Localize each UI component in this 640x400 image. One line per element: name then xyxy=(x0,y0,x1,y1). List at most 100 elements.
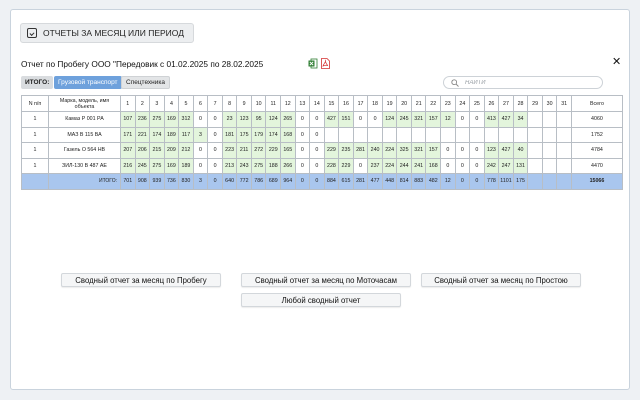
day-value: 229 xyxy=(265,142,282,159)
day-value xyxy=(381,126,398,143)
day-value: 221 xyxy=(134,126,151,143)
idle-report-button[interactable]: Сводный отчет за месяц по Простою xyxy=(421,273,581,287)
day-value: 175 xyxy=(236,126,252,143)
day-value: 0 xyxy=(207,142,223,159)
search-input[interactable] xyxy=(465,79,595,86)
day-value: 0 xyxy=(207,157,223,174)
search-icon xyxy=(451,78,459,87)
day-value xyxy=(556,157,572,174)
day-value: 275 xyxy=(250,157,267,174)
column-header-day: 9 xyxy=(236,95,252,112)
any-report-button[interactable]: Любой сводный отчет xyxy=(241,293,401,307)
day-total: 884 xyxy=(323,173,340,190)
column-header-day: 4 xyxy=(163,95,180,112)
day-total: 0 xyxy=(469,173,485,190)
day-value xyxy=(367,126,383,143)
day-value: 181 xyxy=(221,126,238,143)
period-reports-label: ОТЧЕТЫ ЗА МЕСЯЦ ИЛИ ПЕРИОД xyxy=(43,28,184,38)
day-total: 640 xyxy=(221,173,238,190)
column-header-day: 17 xyxy=(352,95,369,112)
day-value: 0 xyxy=(352,111,369,128)
day-total: 615 xyxy=(338,173,354,190)
day-total: 814 xyxy=(396,173,412,190)
excel-export-icon[interactable] xyxy=(308,58,318,69)
day-total: 1101 xyxy=(498,173,514,190)
day-value: 312 xyxy=(178,111,194,128)
day-value: 212 xyxy=(178,142,194,159)
filter-special-equipment[interactable]: Спецтехника xyxy=(121,76,170,89)
row-number: 1 xyxy=(21,157,49,174)
day-total: 908 xyxy=(134,173,151,190)
day-value: 12 xyxy=(440,111,456,128)
day-value: 237 xyxy=(367,157,383,174)
day-value: 0 xyxy=(352,157,369,174)
table-row[interactable]: 1 Камаз Р 001 РА 107 236 275 169 312 0 0 23 123 95 1… xyxy=(21,111,623,128)
day-total: 3 xyxy=(192,173,209,190)
day-total: 477 xyxy=(367,173,383,190)
total-row-blank xyxy=(21,173,49,190)
column-header-day: 1 xyxy=(120,95,136,112)
column-header-day: 27 xyxy=(498,95,514,112)
day-total: 0 xyxy=(309,173,325,190)
day-value: 229 xyxy=(323,142,340,159)
day-value: 107 xyxy=(120,111,136,128)
day-value: 241 xyxy=(410,157,427,174)
day-value: 0 xyxy=(294,126,311,143)
table-row[interactable]: 1 Газель О 564 НВ 207 206 215 209 212 0 0 223 211 2… xyxy=(21,142,623,159)
day-total: 0 xyxy=(207,173,223,190)
day-value: 95 xyxy=(250,111,267,128)
day-value: 229 xyxy=(338,157,354,174)
day-value: 123 xyxy=(483,142,500,159)
day-value: 235 xyxy=(338,142,354,159)
column-header-day: 14 xyxy=(309,95,325,112)
column-header-day: 2 xyxy=(134,95,151,112)
engine-hours-report-button[interactable]: Сводный отчет за месяц по Моточасам xyxy=(241,273,411,287)
mileage-report-button[interactable]: Сводный отчет за месяц по Пробегу xyxy=(61,273,221,287)
mileage-table: N п/п Марка, модель, имя объекта 1 2 3 4 5 6 7 8 9… xyxy=(21,95,623,190)
day-value: 247 xyxy=(498,157,514,174)
column-header-day: 25 xyxy=(469,95,485,112)
day-value: 124 xyxy=(381,111,398,128)
day-value xyxy=(498,126,514,143)
day-value: 321 xyxy=(410,142,427,159)
day-value xyxy=(483,126,500,143)
day-value: 325 xyxy=(396,142,412,159)
grand-total: 15066 xyxy=(570,173,623,190)
total-row: ИТОГО: 701 908 939 736 830 3 0 640 772 786 689 964 0 0… xyxy=(21,173,623,190)
search-box[interactable] xyxy=(443,76,603,89)
day-value: 207 xyxy=(120,142,136,159)
day-value: 272 xyxy=(250,142,267,159)
column-header-day: 7 xyxy=(207,95,223,112)
period-reports-button[interactable]: ОТЧЕТЫ ЗА МЕСЯЦ ИЛИ ПЕРИОД xyxy=(20,23,194,43)
day-value: 157 xyxy=(425,111,442,128)
day-value: 0 xyxy=(192,142,209,159)
close-icon[interactable]: ✕ xyxy=(612,56,621,68)
day-value: 188 xyxy=(265,157,282,174)
filter-freight-transport[interactable]: Грузовой транспорт xyxy=(54,76,122,89)
day-total: 964 xyxy=(280,173,296,190)
day-value: 0 xyxy=(454,142,471,159)
table-row[interactable]: 1 ЗИЛ-130 В 487 АЕ 216 245 275 169 189 0 0 213 243… xyxy=(21,157,623,174)
day-value: 275 xyxy=(149,111,165,128)
day-value xyxy=(396,126,412,143)
pdf-export-icon[interactable] xyxy=(321,58,330,69)
calendar-check-icon xyxy=(27,28,37,38)
day-total: 736 xyxy=(163,173,180,190)
day-value: 171 xyxy=(120,126,136,143)
column-header-total: Всего xyxy=(570,95,623,112)
day-value: 321 xyxy=(410,111,427,128)
day-value xyxy=(527,157,543,174)
row-number: 1 xyxy=(21,126,49,143)
day-total: 883 xyxy=(410,173,427,190)
day-value xyxy=(323,126,340,143)
day-value xyxy=(469,126,485,143)
day-total xyxy=(527,173,543,190)
day-total: 778 xyxy=(483,173,500,190)
day-value: 169 xyxy=(163,111,180,128)
column-header-model: Марка, модель, имя объекта xyxy=(48,95,121,112)
day-value: 0 xyxy=(294,111,311,128)
day-total: 939 xyxy=(149,173,165,190)
day-value: 179 xyxy=(250,126,267,143)
table-row[interactable]: 1 МАЗ В 115 ВА 171 221 174 189 117 3 0 181 175 179 1… xyxy=(21,126,623,143)
day-value: 427 xyxy=(323,111,340,128)
